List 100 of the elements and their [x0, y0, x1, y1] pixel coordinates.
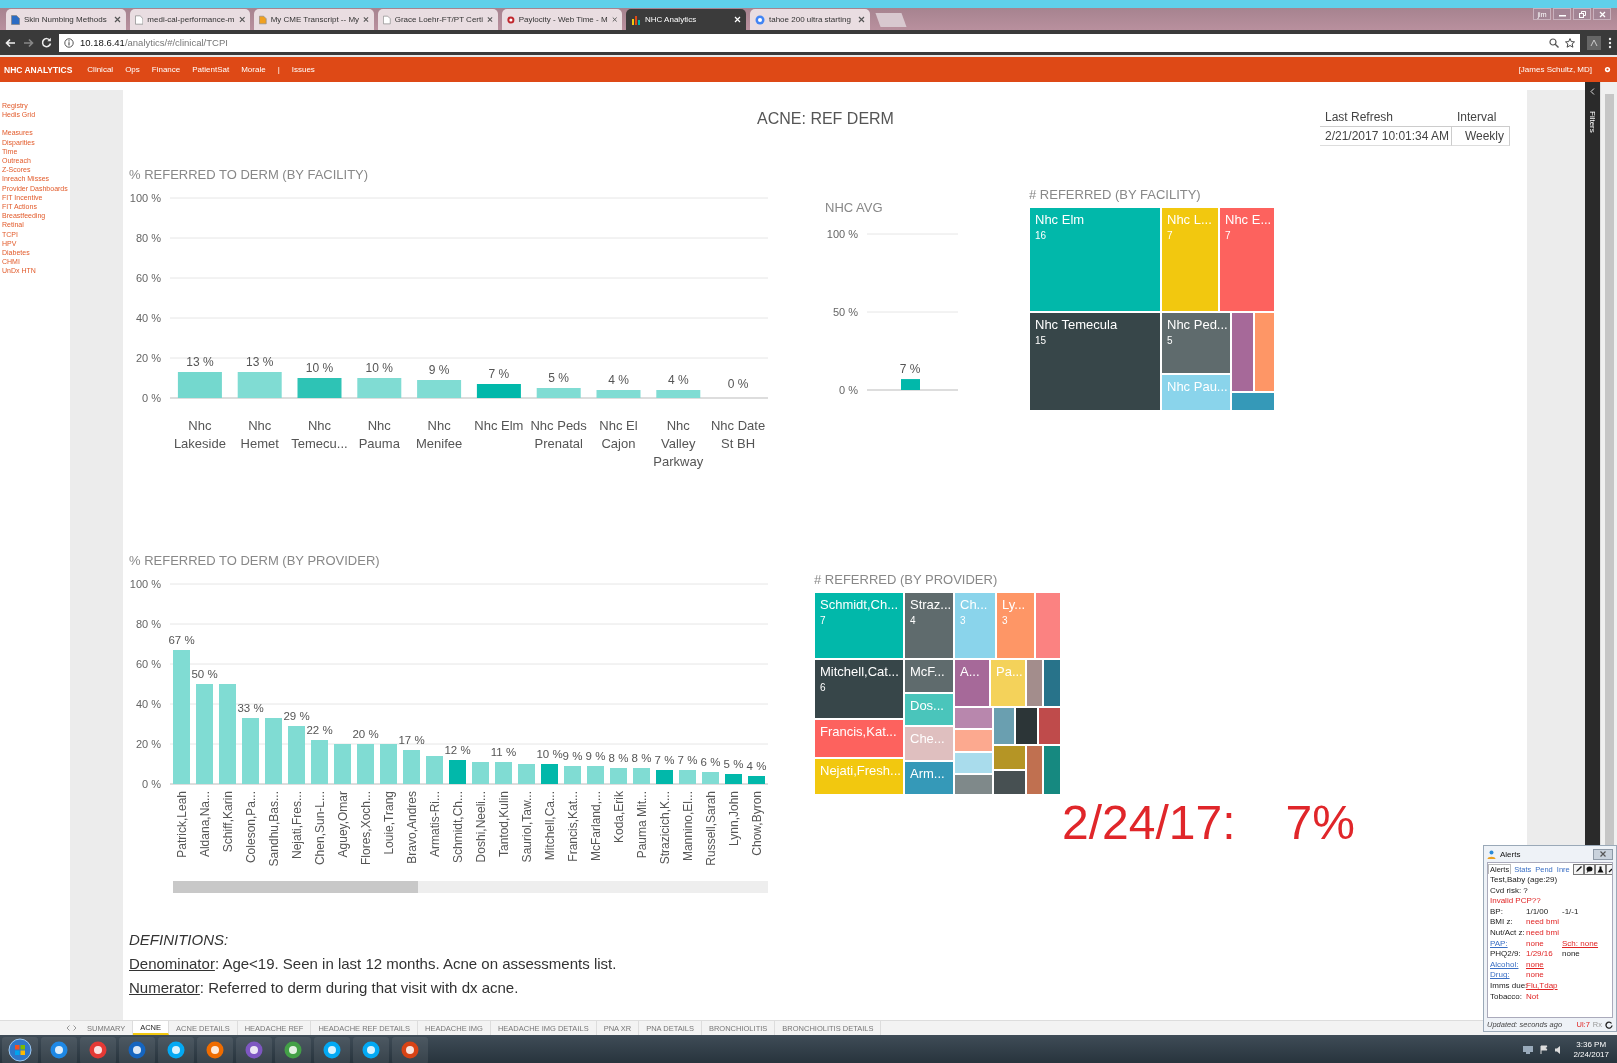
flag-icon[interactable]: [1539, 1045, 1550, 1055]
taskbar-app-icon[interactable]: [275, 1036, 311, 1063]
horizontal-scrollbar[interactable]: [173, 881, 768, 893]
treemap-tile[interactable]: [993, 745, 1026, 770]
browser-tab[interactable]: medi-cal-performance-m: [130, 9, 250, 30]
category-label: Doshi,Neeli...: [473, 791, 488, 863]
treemap-tile[interactable]: [1035, 592, 1061, 659]
close-button[interactable]: [1593, 848, 1613, 860]
star-icon[interactable]: [1565, 37, 1575, 48]
alert-link[interactable]: PAP:: [1490, 938, 1526, 950]
treemap-tile[interactable]: McF...: [904, 659, 954, 693]
taskbar-app-icon[interactable]: [392, 1036, 428, 1063]
bar-chart-icon: [631, 14, 641, 25]
taskbar-app-icon[interactable]: [119, 1036, 155, 1063]
alert-link[interactable]: Alcohol:: [1490, 959, 1526, 971]
category-label: Koda,Erik: [611, 791, 626, 844]
menu-icon[interactable]: [1608, 36, 1612, 49]
close-icon[interactable]: [114, 16, 121, 23]
treemap-tile[interactable]: Schmidt,Ch... 7: [814, 592, 904, 659]
taskbar-app-icon[interactable]: [197, 1036, 233, 1063]
new-tab-button[interactable]: [875, 13, 907, 27]
nav-link[interactable]: Issues: [291, 65, 315, 74]
treemap-tile[interactable]: [993, 707, 1015, 745]
bar-value-label: 5 %: [723, 758, 744, 770]
back-icon[interactable]: [5, 37, 16, 48]
tile-label: Nhc Ped...: [1167, 317, 1228, 332]
bar[interactable]: [476, 384, 521, 398]
reload-icon[interactable]: [41, 37, 52, 48]
browser-tab[interactable]: NHC Analytics: [626, 9, 746, 30]
close-icon[interactable]: [238, 16, 245, 23]
treemap-tile[interactable]: [1015, 707, 1038, 745]
bar-value-label: 13 %: [246, 355, 274, 369]
nav-link[interactable]: Ops: [125, 65, 140, 74]
browser-tab[interactable]: Grace Loehr-FT/PT Certi: [378, 9, 498, 30]
treemap-tile[interactable]: [954, 752, 993, 774]
bar[interactable]: [177, 372, 222, 398]
taskbar-app-icon[interactable]: [158, 1036, 194, 1063]
axis-tick-label: 20 %: [135, 352, 161, 364]
alert-text: Imms due:: [1490, 980, 1526, 992]
browser-tab[interactable]: Skin Numbing Methods: [6, 9, 126, 30]
treemap-tile[interactable]: [1043, 745, 1061, 795]
nav-link[interactable]: Clinical: [87, 65, 114, 74]
treemap-tile[interactable]: Ly... 3: [996, 592, 1035, 659]
taskbar-app-icon[interactable]: [353, 1036, 389, 1063]
treemap-tile[interactable]: Mitchell,Cat... 6: [814, 659, 904, 719]
treemap-tile[interactable]: Francis,Kat...: [814, 719, 904, 758]
treemap-tile[interactable]: Nhc E... 7: [1219, 207, 1275, 312]
treemap-tile[interactable]: A...: [954, 659, 990, 707]
close-button[interactable]: [1593, 8, 1611, 20]
app-brand[interactable]: NHC ANALYTICS: [4, 64, 73, 75]
treemap-tile[interactable]: [1231, 312, 1254, 392]
extension-icon[interactable]: [1587, 35, 1601, 50]
treemap-tile[interactable]: [1043, 659, 1061, 707]
treemap-tile[interactable]: Arm...: [904, 761, 954, 795]
speech-bubble-icon[interactable]: [1583, 863, 1595, 875]
filters-label[interactable]: Filters: [1588, 111, 1597, 133]
start-button[interactable]: [2, 1036, 38, 1063]
flask-icon[interactable]: [1594, 863, 1606, 875]
nav-link[interactable]: |: [277, 65, 280, 74]
treemap-tile[interactable]: Dos...: [904, 693, 954, 726]
close-icon[interactable]: [858, 16, 865, 23]
treemap-tile[interactable]: [1254, 312, 1275, 392]
address-bar[interactable]: 10.18.6.41/analytics/#/clinical/TCPI: [59, 33, 1580, 52]
refresh-icon[interactable]: [1605, 1020, 1613, 1029]
browser-tab[interactable]: Paylocity - Web Time - M: [502, 9, 622, 30]
taskbar-app-icon[interactable]: [41, 1036, 77, 1063]
alert-link[interactable]: none: [1526, 959, 1562, 971]
alert-link[interactable]: Drug:: [1490, 970, 1526, 981]
gear-icon[interactable]: [1604, 66, 1611, 73]
forward-icon[interactable]: [23, 37, 34, 48]
treemap-tile[interactable]: [1038, 707, 1061, 745]
treemap-tile[interactable]: Nhc Ped... 5: [1161, 312, 1231, 374]
treemap-tile[interactable]: Nhc Temecula 15: [1029, 312, 1161, 411]
restore-button[interactable]: [1573, 8, 1591, 20]
user-name[interactable]: [James Schultz, MD]: [1518, 65, 1592, 74]
pencil-icon[interactable]: [1572, 863, 1584, 875]
taskbar-app-icon[interactable]: [236, 1036, 272, 1063]
minimize-button[interactable]: [1553, 8, 1571, 20]
treemap-tile[interactable]: [993, 770, 1026, 795]
treemap-tile[interactable]: [1231, 392, 1275, 411]
treemap-tile[interactable]: [1026, 745, 1043, 795]
taskbar-app-icon[interactable]: [314, 1036, 350, 1063]
alerts-dialog[interactable]: [1483, 845, 1617, 1032]
category-label: Tantod,Kulin: [496, 791, 511, 858]
treemap-tile[interactable]: Nhc Elm 16: [1029, 207, 1161, 312]
browser-tab[interactable]: My CME Transcript -- My: [254, 9, 374, 30]
nav-link[interactable]: Morale: [241, 65, 266, 74]
taskbar-app-icon[interactable]: [80, 1036, 116, 1063]
category-label: Nhc Pauma: [357, 417, 401, 453]
treemap-tile[interactable]: [1026, 659, 1043, 707]
browser-tab[interactable]: tahoe 200 ultra starting: [750, 9, 870, 30]
treemap-tile[interactable]: [954, 729, 993, 752]
alert-link[interactable]: Flu,Tdap: [1526, 980, 1562, 992]
treemap-tile[interactable]: Straz... 4: [904, 592, 954, 659]
nav-link[interactable]: Finance: [151, 65, 181, 74]
zoom-icon[interactable]: [1549, 37, 1559, 48]
network-icon[interactable]: [1522, 1045, 1535, 1055]
treemap-tile[interactable]: [954, 707, 993, 729]
treemap-tile[interactable]: [954, 774, 993, 795]
nav-link[interactable]: PatientSat: [192, 65, 230, 74]
